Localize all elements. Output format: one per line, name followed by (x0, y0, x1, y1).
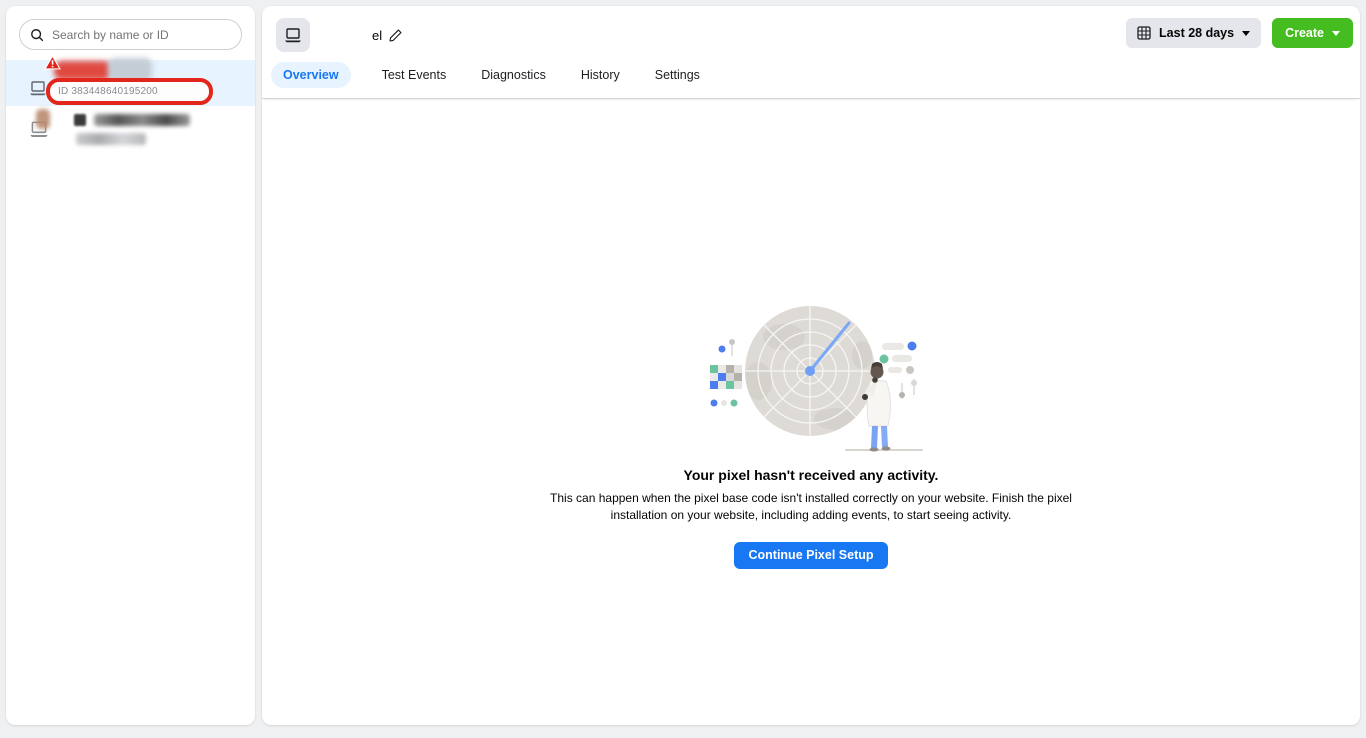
tab-overview[interactable]: Overview (271, 62, 351, 88)
laptop-icon (28, 80, 48, 101)
tab-diagnostics[interactable]: Diagnostics (477, 62, 550, 88)
redacted-name-block (74, 114, 86, 126)
warning-triangle-icon (44, 55, 61, 75)
create-button[interactable]: Create (1272, 18, 1353, 48)
radar-illustration (686, 299, 936, 454)
redacted-name-line (94, 114, 190, 126)
overview-content: Your pixel hasn't received any activity.… (262, 99, 1360, 569)
tab-test-events[interactable]: Test Events (378, 62, 451, 88)
tab-history[interactable]: History (577, 62, 624, 88)
pixel-detail-panel: el Last 28 days Create Overview Test Eve… (262, 6, 1360, 725)
main-header: el Last 28 days Create (262, 6, 1360, 52)
empty-state-title: Your pixel hasn't received any activity. (684, 467, 939, 483)
pixel-list-item-selected[interactable]: ID 383448640195200 (6, 60, 255, 106)
tabs-row: Overview Test Events Diagnostics History… (262, 52, 1360, 99)
date-range-label: Last 28 days (1159, 26, 1234, 40)
redacted-avatar (36, 109, 50, 129)
caret-down-icon (1242, 31, 1250, 36)
edit-pencil-icon[interactable] (388, 28, 403, 43)
tab-settings[interactable]: Settings (651, 62, 704, 88)
pixel-name-suffix: el (372, 28, 382, 43)
calendar-grid-icon (1137, 26, 1151, 40)
create-label: Create (1285, 26, 1324, 40)
date-range-button[interactable]: Last 28 days (1126, 18, 1261, 48)
search-icon (30, 28, 44, 42)
empty-state-description: This can happen when the pixel base code… (539, 490, 1084, 525)
pixel-name: el (324, 27, 403, 43)
pixel-list-item[interactable] (6, 106, 255, 156)
redacted-pixel-name-header (324, 27, 372, 43)
search-box[interactable] (19, 19, 242, 50)
continue-pixel-setup-button[interactable]: Continue Pixel Setup (734, 542, 887, 569)
pixel-type-laptop-icon (276, 18, 310, 52)
pixel-id: ID 383448640195200 (58, 86, 158, 97)
pixel-id-annotation-box: ID 383448640195200 (46, 78, 213, 105)
pixel-list-sidebar: ID 383448640195200 (6, 6, 255, 725)
caret-down-icon (1332, 31, 1340, 36)
search-input[interactable] (52, 28, 231, 42)
redacted-id-line (76, 133, 146, 145)
